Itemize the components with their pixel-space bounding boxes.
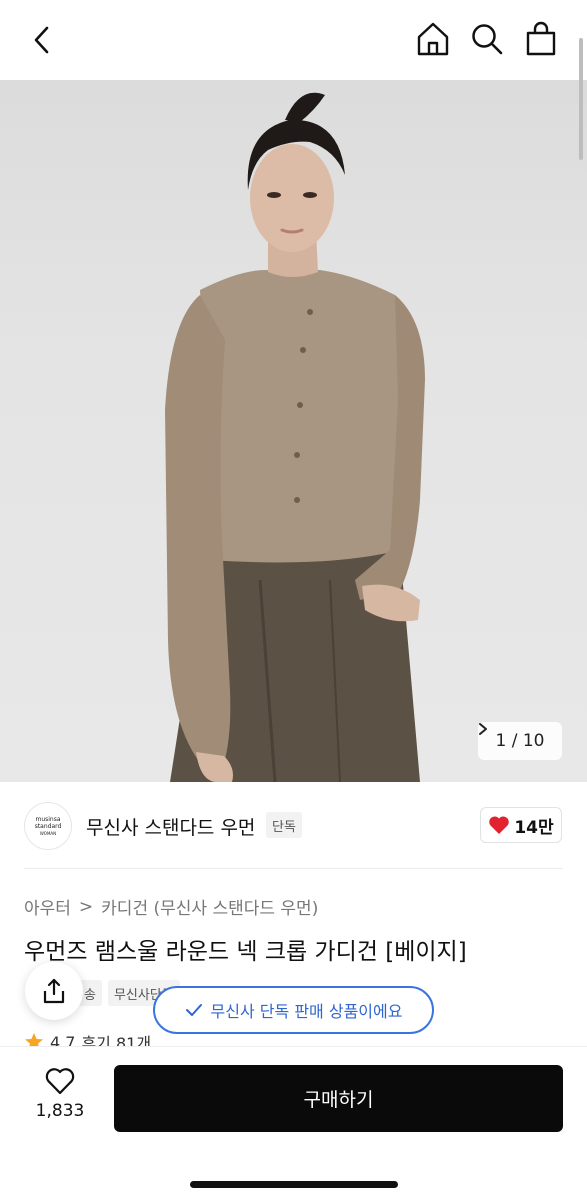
home-icon	[417, 22, 449, 56]
cart-button[interactable]	[522, 20, 560, 58]
heart-outline-icon	[45, 1068, 75, 1095]
chevron-right-icon	[479, 723, 487, 735]
buy-button[interactable]: 구매하기	[114, 1065, 563, 1132]
brand-logo-line2: standard	[34, 822, 62, 830]
scrollbar[interactable]	[579, 38, 583, 160]
toast-text: 무신사 단독 판매 상품이에요	[210, 1002, 403, 1021]
image-counter-text: 1 / 10	[495, 731, 545, 751]
image-counter[interactable]: 1 / 10	[478, 722, 562, 760]
heart-filled-icon	[489, 816, 510, 834]
search-icon	[472, 24, 503, 55]
check-icon	[185, 1004, 202, 1016]
back-button[interactable]	[24, 22, 60, 58]
brand-logo[interactable]: musinsa standard WOMAN	[24, 802, 72, 850]
brand-row: musinsa standard WOMAN 무신사 스탠다드 우먼 단독 14…	[0, 800, 587, 852]
bottom-purchase-bar: 1,833 구매하기	[0, 1046, 587, 1200]
search-button[interactable]	[468, 20, 506, 58]
share-icon	[43, 978, 65, 1004]
top-navigation-bar	[0, 0, 587, 80]
breadcrumb-subcategory[interactable]: 카디건 (무신사 스탠다드 우먼)	[101, 894, 318, 919]
exclusive-toast: 무신사 단독 판매 상품이에요	[153, 986, 434, 1034]
wishlist-count: 1,833	[35, 1101, 85, 1121]
product-title: 우먼즈 램스울 라운드 넥 크롭 가디건 [베이지]	[24, 939, 467, 965]
chevron-left-icon	[34, 26, 49, 54]
product-image-gallery[interactable]: 1 / 10	[0, 80, 587, 782]
home-indicator	[190, 1181, 398, 1188]
breadcrumb: 아우터 > 카디건 (무신사 스탠다드 우먼)	[24, 894, 318, 920]
breadcrumb-category[interactable]: 아우터	[24, 894, 71, 919]
exclusive-badge: 단독	[266, 812, 302, 838]
brand-logo-line1: musinsa	[35, 815, 61, 823]
brand-like-button[interactable]: 14만	[480, 807, 562, 843]
wishlist-button[interactable]: 1,833	[28, 1067, 92, 1121]
share-button[interactable]	[25, 962, 83, 1020]
home-button[interactable]	[414, 20, 452, 58]
divider	[24, 868, 563, 869]
breadcrumb-separator: >	[78, 896, 94, 917]
shopping-bag-icon	[526, 21, 556, 56]
product-photo	[165, 92, 425, 782]
brand-like-count: 14만	[514, 817, 554, 838]
brand-name-link[interactable]: 무신사 스탠다드 우먼	[86, 813, 255, 840]
brand-logo-line3: WOMAN	[39, 830, 57, 836]
